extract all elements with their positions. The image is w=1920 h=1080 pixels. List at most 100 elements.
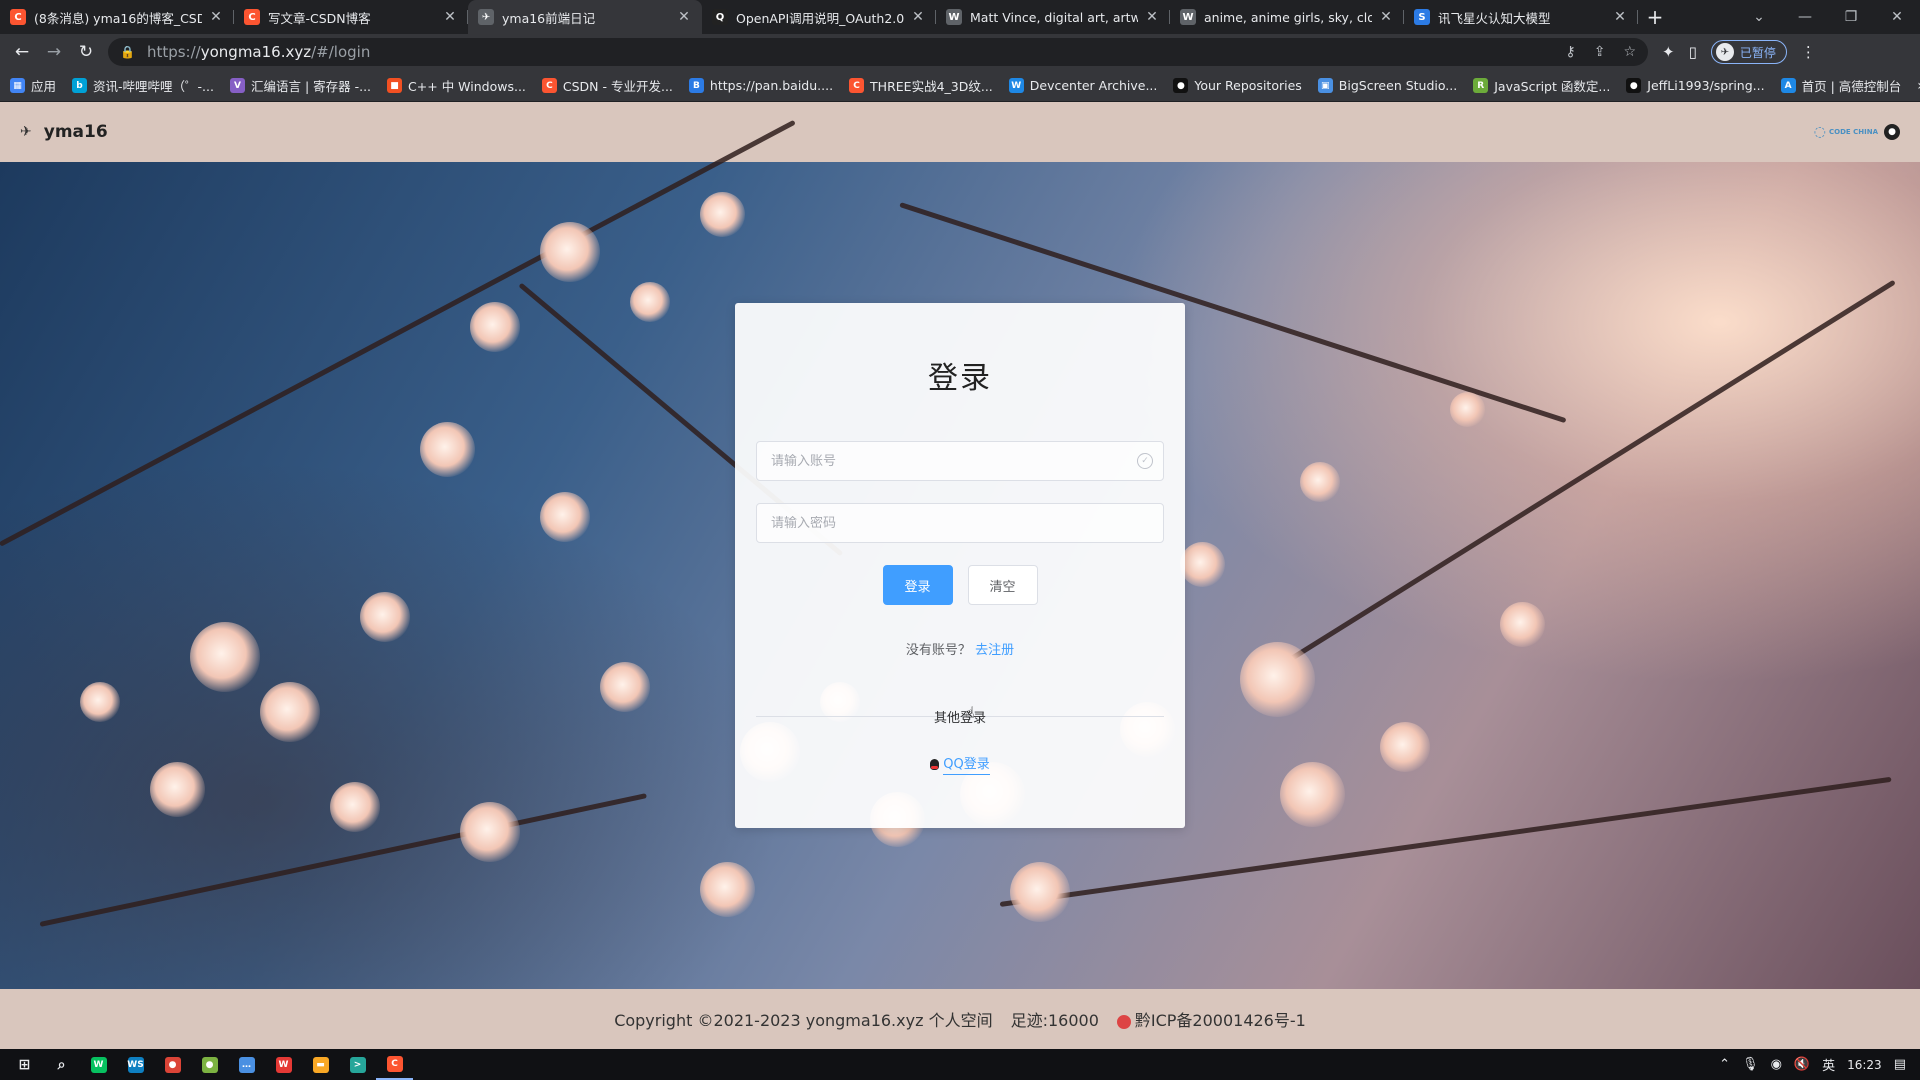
star-icon[interactable]: ☆ (1623, 44, 1636, 60)
restore-button[interactable]: ❐ (1828, 0, 1874, 34)
blossom-decoration (1300, 462, 1340, 502)
chrome-dev-icon: ● (201, 1056, 218, 1073)
account-input[interactable] (771, 453, 1149, 469)
password-input[interactable] (771, 515, 1149, 531)
login-button[interactable]: 登录 (882, 565, 953, 605)
browser-tab[interactable]: Wanime, anime girls, sky, cloud ✕ (1170, 0, 1404, 34)
ime-indicator[interactable]: 英 (1822, 1055, 1835, 1074)
tab-close-icon[interactable]: ✕ (1378, 9, 1394, 25)
blossom-decoration (700, 862, 755, 917)
search-icon: ⌕ (57, 1056, 66, 1073)
tray-overflow-icon[interactable]: ⌃ (1719, 1057, 1730, 1072)
account-field[interactable]: ✓ (756, 441, 1164, 481)
bookmark-item[interactable]: V 汇编语言 | 寄存器 -... (229, 76, 371, 95)
bookmark-item[interactable]: W Devcenter Archive... (1008, 76, 1157, 95)
password-field[interactable] (756, 503, 1164, 543)
taskbar-app[interactable]: WS (117, 1049, 154, 1080)
taskbar-app[interactable]: ● (191, 1049, 228, 1080)
reload-button[interactable]: ↻ (70, 38, 102, 66)
bookmark-item[interactable]: C THREE实战4_3D纹... (849, 76, 993, 95)
apps-grid-icon: ▦ (10, 78, 25, 93)
microphone-icon[interactable]: 🎙 (1742, 1057, 1759, 1072)
volume-muted-icon[interactable]: 🔇 (1794, 1057, 1810, 1072)
taskbar-app[interactable]: C (376, 1049, 413, 1080)
taskbar-app[interactable]: ▬ (302, 1049, 339, 1080)
taskbar-app[interactable]: W (265, 1049, 302, 1080)
bookmark-item[interactable]: ▦ 应用 (10, 76, 56, 95)
copyright-text[interactable]: Copyright ©2021-2023 yongma16.xyz 个人空间 (614, 1007, 992, 1031)
clear-circle-icon[interactable]: ✓ (1137, 453, 1153, 469)
tab-title: Matt Vince, digital art, artwor (970, 9, 1138, 25)
windows-icon: ⊞ (18, 1056, 31, 1073)
blossom-decoration (1450, 392, 1485, 427)
bookmark-item[interactable]: b 资讯-哔哩哔哩（゜-... (72, 76, 214, 95)
bookmark-item[interactable]: ● JeffLi1993/spring... (1626, 76, 1765, 95)
terminal-icon: > (349, 1056, 366, 1073)
csdn-icon: C (244, 9, 260, 25)
web-page: ✈ yma16 ◌ CODE CHINA ● 登录 ✓ 登录 清空 (0, 102, 1920, 1049)
url-host: yongma16.xyz (200, 43, 312, 61)
search-button[interactable]: ⌕ (43, 1049, 80, 1080)
tab-close-icon[interactable]: ✕ (208, 9, 224, 25)
back-button[interactable]: ← (6, 38, 38, 66)
share-icon[interactable]: ⇪ (1594, 44, 1606, 60)
blossom-decoration (460, 802, 520, 862)
github-icon[interactable]: ● (1884, 124, 1900, 140)
notification-icon[interactable]: ▤ (1894, 1057, 1906, 1072)
csdn-app-icon: C (386, 1055, 403, 1072)
csdn-icon: C (10, 9, 26, 25)
clock[interactable]: 16:23 (1847, 1058, 1882, 1072)
side-panel-icon[interactable]: ▯ (1689, 43, 1697, 61)
tab-title: 写文章-CSDN博客 (268, 10, 371, 26)
icp-record[interactable]: 黔ICP备20001426号-1 (1116, 1007, 1306, 1031)
site-brand[interactable]: yma16 (44, 122, 108, 142)
forward-button[interactable]: → (38, 38, 70, 66)
bookmark-label: 资讯-哔哩哔哩（゜-... (93, 79, 214, 94)
qq-tray-icon[interactable]: ◉ (1771, 1057, 1782, 1072)
tab-title: (8条消息) yma16的博客_CSDN (34, 10, 202, 26)
taskbar-app[interactable]: W (80, 1049, 117, 1080)
button-row: 登录 清空 (756, 565, 1164, 605)
qq-login-link[interactable]: QQ登录 (943, 753, 990, 775)
browser-tab[interactable]: Q OpenAPI调用说明_OAuth2.0 ✕ (702, 0, 936, 34)
qq-login-row[interactable]: QQ登录 (756, 753, 1164, 775)
bookmark-item[interactable]: ▣ BigScreen Studio... (1317, 76, 1457, 95)
tab-close-icon[interactable]: ✕ (1144, 9, 1160, 25)
profile-button[interactable]: ✈ 已暂停 (1710, 40, 1787, 64)
close-window-button[interactable]: ✕ (1874, 0, 1920, 34)
tab-close-icon[interactable]: ✕ (442, 9, 458, 25)
paper-plane-icon: ✈ (20, 124, 32, 140)
bookmark-item[interactable]: C CSDN - 专业开发... (541, 76, 673, 95)
code-china-icon[interactable]: ◌ CODE CHINA (1814, 124, 1878, 140)
bookmark-item[interactable]: ● Your Repositories (1173, 76, 1302, 95)
key-icon[interactable]: ⚷ (1565, 44, 1575, 60)
tab-close-icon[interactable]: ✕ (676, 9, 692, 25)
browser-tab[interactable]: C (8条消息) yma16的博客_CSDN ✕ (0, 0, 234, 34)
new-tab-button[interactable]: + (1638, 0, 1672, 34)
start-button[interactable]: ⊞ (6, 1049, 43, 1080)
taskbar-app[interactable]: > (339, 1049, 376, 1080)
bookmark-label: THREE实战4_3D纹... (870, 79, 993, 94)
browser-tab[interactable]: S 讯飞星火认知大模型 ✕ (1404, 0, 1638, 34)
tab-close-icon[interactable]: ✕ (910, 9, 926, 25)
clear-button[interactable]: 清空 (967, 565, 1038, 605)
address-bar[interactable]: 🔒 https:// yongma16.xyz /#/login ⚷ ⇪ ☆ (108, 38, 1648, 66)
register-link[interactable]: 去注册 (975, 643, 1014, 658)
lock-icon[interactable]: 🔒 (120, 45, 135, 59)
tab-search-icon[interactable]: ⌄ (1736, 0, 1782, 34)
browser-tab[interactable]: C 写文章-CSDN博客 ✕ (234, 0, 468, 34)
bookmark-item[interactable]: ■ C++ 中 Windows... (387, 76, 526, 95)
taskbar-app[interactable]: ● (154, 1049, 191, 1080)
extensions-icon[interactable]: ✦ (1662, 43, 1675, 61)
icp-text: 黔ICP备20001426号-1 (1134, 1011, 1306, 1030)
menu-kebab-icon[interactable]: ⋮ (1801, 43, 1816, 61)
minimize-button[interactable]: — (1782, 0, 1828, 34)
taskbar-app[interactable]: … (228, 1049, 265, 1080)
browser-tab[interactable]: W Matt Vince, digital art, artwor ✕ (936, 0, 1170, 34)
bookmark-item[interactable]: A 首页 | 高德控制台 (1780, 76, 1901, 95)
tab-close-icon[interactable]: ✕ (1612, 9, 1628, 25)
browser-tab[interactable]: ✈ yma16前端日记 ✕ (468, 0, 702, 34)
qq-icon[interactable] (930, 758, 940, 770)
bookmark-item[interactable]: Bhttps://pan.baidu.... (688, 76, 833, 95)
bookmark-item[interactable]: R JavaScript 函数定... (1473, 76, 1610, 95)
